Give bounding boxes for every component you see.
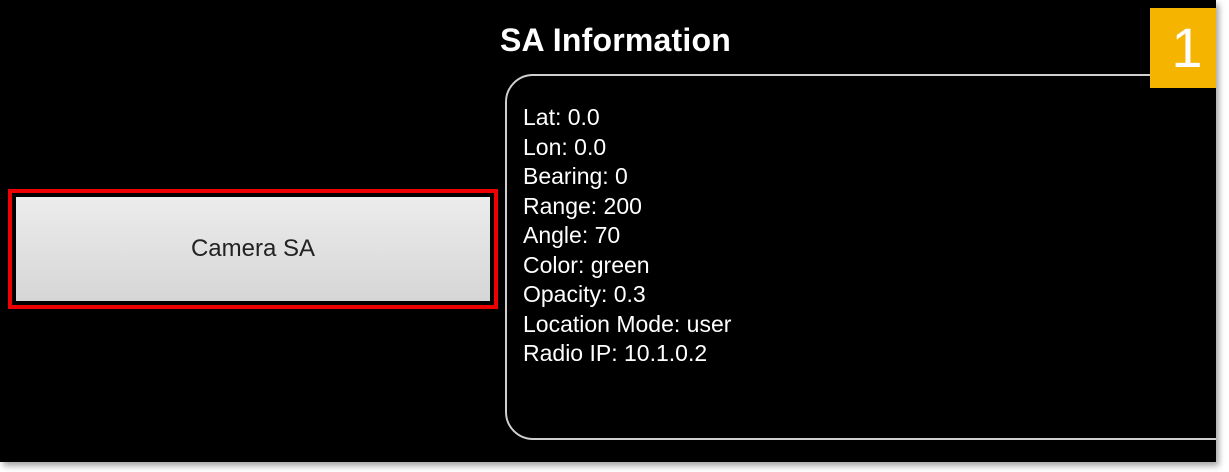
sa-info-bearing: Bearing: 0: [523, 163, 628, 189]
sa-info-lon: Lon: 0.0: [523, 133, 607, 160]
app-screen: Camera SA SA Information Lat: 0.0 Lon: 0…: [0, 0, 1216, 462]
sa-info-color: Color: green: [523, 251, 650, 278]
callout-number-badge: 1: [1150, 8, 1216, 88]
sa-information-list: Lat: 0.0 Lon: 0.0 Bearing: 0 Range: 200 …: [523, 103, 731, 369]
sa-information-title: SA Information: [500, 22, 731, 58]
sa-info-opacity: Opacity: 0.3: [523, 281, 646, 307]
sa-info-radio-ip: Radio IP: 10.1.0.2: [523, 340, 708, 366]
sa-info-range: Range: 200: [523, 192, 642, 219]
sa-info-angle: Angle: 70: [523, 222, 621, 248]
sa-info-location-mode: Location Mode: user: [523, 310, 732, 337]
camera-sa-button[interactable]: Camera SA: [8, 189, 498, 309]
sa-info-lat: Lat: 0.0: [523, 104, 600, 130]
